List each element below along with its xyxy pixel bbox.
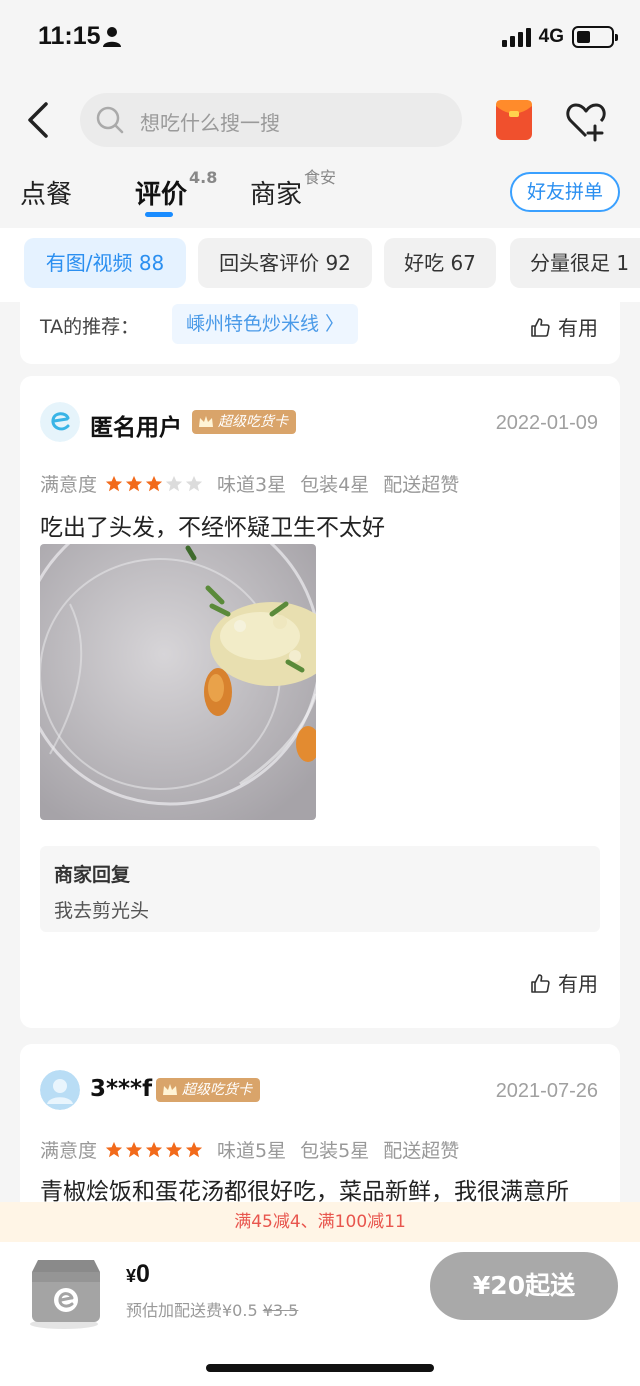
chip-generous-portion[interactable]: 分量很足 1 (510, 238, 640, 288)
thumbs-up-icon (531, 973, 550, 993)
favorite-add-icon[interactable] (565, 100, 607, 142)
useful-button[interactable]: 有用 (530, 968, 598, 997)
delivery-fee: 预估加配送费¥0.5 ¥3.5 (126, 1297, 298, 1321)
crown-icon (199, 416, 213, 427)
delivery-rating: 配送超赞 (383, 1140, 460, 1162)
status-badge: 超级吃货卡 (156, 1078, 260, 1102)
review-date: 2021-07-26 (495, 1080, 598, 1102)
useful-button[interactable]: 有用 (530, 312, 598, 341)
thumbs-up-icon (531, 317, 550, 337)
star-filled-icon (185, 1141, 203, 1157)
tab-merchant[interactable]: 商家食安 (250, 168, 336, 211)
merchant-reply: 商家回复 我去剪光头 (40, 846, 600, 932)
useful-label: 有用 (558, 316, 598, 340)
rating-row: 满意度 味道5星 包装5星 配送超赞 (40, 1136, 473, 1163)
reply-text: 我去剪光头 (54, 900, 150, 922)
search-icon (96, 106, 124, 134)
battery-icon (572, 26, 618, 48)
delivery-fee-label: 预估加配送费¥0.5 (126, 1301, 258, 1320)
cart-amount: 0 (136, 1260, 150, 1288)
taste-rating: 味道3星 (217, 474, 287, 496)
cart-box-icon[interactable] (24, 1254, 108, 1330)
min-order-button[interactable]: ¥20起送 (430, 1252, 618, 1320)
reviews-list: TA的推荐： 嵊州特色炒米线 〉 有用 匿名用户 超级吃货卡 2022-01-0… (0, 302, 640, 1204)
star-filled-icon (125, 475, 143, 491)
delivery-rating: 配送超赞 (383, 474, 460, 496)
red-packet-icon[interactable] (495, 99, 533, 141)
search-input[interactable]: 想吃什么搜一搜 (80, 93, 462, 147)
star-rating (105, 475, 203, 493)
review-photo[interactable] (40, 544, 316, 820)
review-card-previous: TA的推荐： 嵊州特色炒米线 〉 有用 (20, 302, 620, 364)
status-time: 11:15 (38, 22, 101, 50)
star-filled-icon (105, 1141, 123, 1157)
star-empty-icon (185, 475, 203, 491)
tab-merchant-sup: 食安 (304, 168, 337, 188)
star-filled-icon (125, 1141, 143, 1157)
back-icon[interactable] (22, 100, 58, 140)
user-name: 匿名用户 (90, 415, 182, 441)
status-bar: 11:15 4G (0, 0, 640, 76)
badge-label: 超级吃货卡 (182, 1082, 252, 1098)
group-order-button[interactable]: 好友拼单 (510, 172, 620, 212)
delivery-fee-original: ¥3.5 (262, 1301, 299, 1320)
star-filled-icon (145, 475, 163, 491)
tab-reviews[interactable]: 评价4.8 (135, 168, 217, 211)
taste-rating: 味道5星 (217, 1140, 287, 1162)
review-text: 青椒烩饭和蛋花汤都很好吃，菜品新鲜，我很满意所 (40, 1179, 569, 1204)
search-placeholder: 想吃什么搜一搜 (140, 111, 280, 135)
badge-label: 超级吃货卡 (218, 414, 288, 430)
star-filled-icon (165, 1141, 183, 1157)
promo-bar: 满45减4、满100减11 (0, 1202, 640, 1242)
review-card: 3***f 超级吃货卡 2021-07-26 满意度 味道5星 包装5星 配送超… (20, 1044, 620, 1204)
review-date: 2022-01-09 (495, 412, 598, 434)
star-filled-icon (105, 475, 123, 491)
avatar (40, 1070, 80, 1110)
status-badge: 超级吃货卡 (192, 410, 296, 434)
review-card: 匿名用户 超级吃货卡 2022-01-09 满意度 味道3星 包装4星 配送超赞… (20, 376, 620, 1028)
person-icon (103, 27, 121, 47)
status-indicators: 4G (501, 26, 618, 48)
rating-row: 满意度 味道3星 包装4星 配送超赞 (40, 470, 473, 497)
currency-symbol: ¥ (126, 1266, 137, 1286)
satisfaction-label: 满意度 (40, 1140, 98, 1162)
header: 想吃什么搜一搜 (0, 76, 640, 166)
satisfaction-label: 满意度 (40, 474, 98, 496)
review-text: 吃出了头发，不经怀疑卫生不太好 (40, 515, 385, 541)
star-filled-icon (145, 1141, 163, 1157)
chip-tasty[interactable]: 好吃 67 (384, 238, 496, 288)
package-rating: 包装5星 (300, 1140, 370, 1162)
filter-chips: 有图/视频 88 回头客评价 92 好吃 67 分量很足 1 (0, 228, 640, 302)
tab-merchant-label: 商家 (250, 180, 303, 210)
tab-order-label: 点餐 (20, 180, 73, 210)
tab-reviews-label: 评价 (135, 180, 188, 210)
useful-label: 有用 (558, 972, 598, 996)
signal-icon (501, 27, 531, 47)
reply-title: 商家回复 (54, 864, 131, 886)
star-rating (105, 1141, 203, 1159)
home-indicator[interactable] (206, 1364, 434, 1372)
cart-total: ¥0 (126, 1260, 150, 1289)
package-rating: 包装4星 (300, 474, 370, 496)
tab-reviews-score: 4.8 (189, 168, 218, 188)
tab-bar: 点餐 评价4.8 商家食安 好友拼单 (0, 166, 640, 228)
recommend-dish-tag[interactable]: 嵊州特色炒米线 〉 (172, 304, 359, 344)
recommend-label: TA的推荐： (40, 316, 140, 338)
chip-photo-video[interactable]: 有图/视频 88 (24, 238, 186, 288)
user-name: 3***f (90, 1076, 153, 1102)
chip-returning-customers[interactable]: 回头客评价 92 (198, 238, 372, 288)
avatar (40, 402, 80, 442)
network-type: 4G (538, 26, 564, 47)
star-empty-icon (165, 475, 183, 491)
crown-icon (163, 1084, 177, 1095)
tab-indicator (145, 212, 173, 217)
cart-bar: ¥0 预估加配送费¥0.5 ¥3.5 ¥20起送 (0, 1242, 640, 1386)
tab-order[interactable]: 点餐 (20, 174, 72, 211)
